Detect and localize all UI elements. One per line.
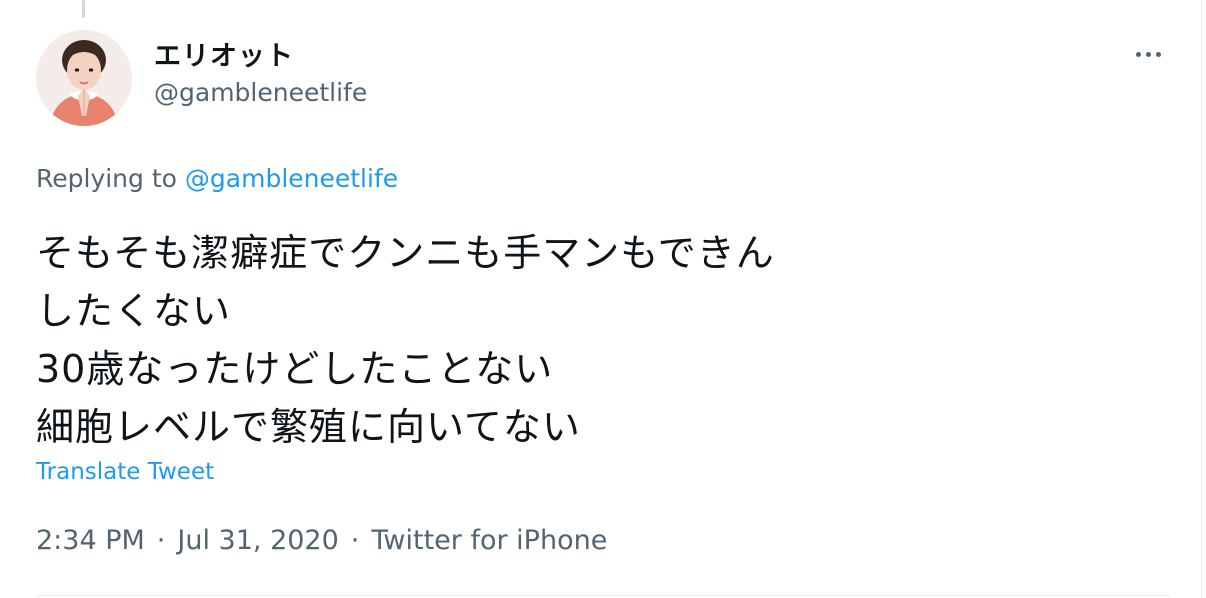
tweet-text-line: 細胞レベルで繁殖に向いてない (36, 405, 581, 449)
tweet-text: そもそも潔癖症でクンニも手マンもできん したくない 30歳なったけどしたことない… (36, 224, 1156, 456)
separator-dot: · (350, 525, 360, 556)
author-handle[interactable]: @gambleneetlife (154, 78, 367, 107)
tweet-text-line: したくない (36, 289, 232, 333)
card-bottom-divider (36, 595, 1170, 596)
author-name[interactable]: エリオット (154, 34, 294, 73)
more-options-button[interactable] (1128, 42, 1168, 66)
reply-mention-link[interactable]: @gambleneetlife (185, 164, 398, 193)
translate-tweet-link[interactable]: Translate Tweet (36, 459, 214, 485)
avatar[interactable] (36, 30, 132, 126)
replying-to: Replying to @gambleneetlife (36, 164, 398, 193)
more-horizontal-icon (1145, 51, 1151, 57)
tweet-source[interactable]: Twitter for iPhone (371, 525, 607, 556)
more-horizontal-icon (1135, 51, 1141, 57)
tweet-metadata: 2:34 PM · Jul 31, 2020 · Twitter for iPhone (36, 525, 607, 556)
separator-dot: · (156, 525, 166, 556)
more-horizontal-icon (1155, 51, 1161, 57)
replying-prefix: Replying to (36, 164, 177, 193)
tweet-date[interactable]: Jul 31, 2020 (177, 525, 338, 556)
tweet-text-line: 30歳なったけどしたことない (36, 347, 554, 391)
avatar-image (36, 30, 132, 126)
tweet-card: エリオット @gambleneetlife Replying to @gambl… (0, 0, 1206, 598)
thread-connector-line (82, 0, 85, 18)
tweet-text-line: そもそも潔癖症でクンニも手マンもできん (36, 231, 775, 275)
card-right-border (1201, 0, 1202, 598)
tweet-time[interactable]: 2:34 PM (36, 525, 145, 556)
